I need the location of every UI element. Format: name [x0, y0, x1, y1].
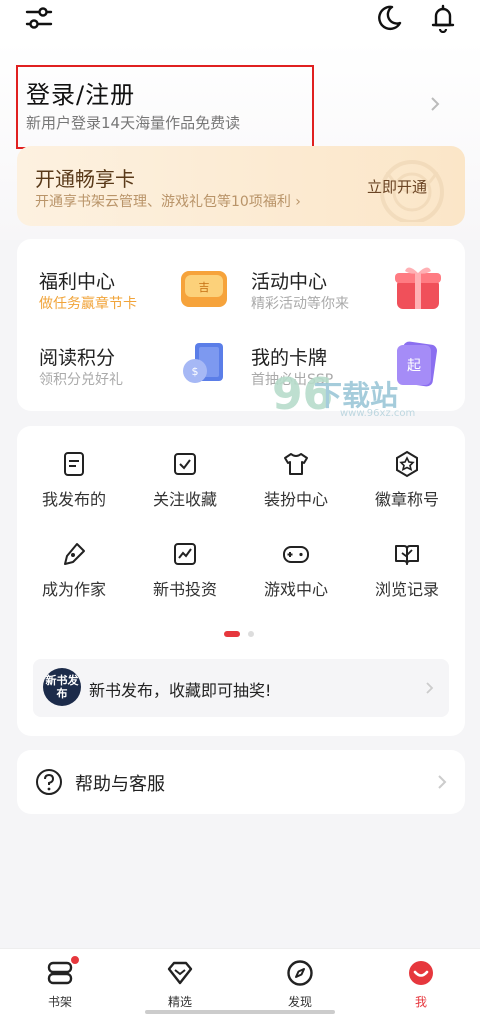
- bottom-navigation: 书架 精选 发现 我: [0, 948, 480, 1016]
- diamond-icon: [167, 961, 193, 985]
- bell-icon[interactable]: [428, 3, 458, 33]
- badge-star-icon: [396, 450, 418, 478]
- grid-badges[interactable]: 徽章称号: [352, 450, 462, 510]
- pen-icon: [64, 543, 85, 565]
- feature-title: 我的卡牌: [251, 347, 328, 369]
- feature-title: 活动中心: [251, 271, 328, 293]
- profile-face-icon: [409, 961, 433, 985]
- login-title: 登录/注册: [26, 81, 136, 109]
- new-book-promo-banner[interactable]: 新书发布 新书发布，收藏即可抽奖!: [33, 659, 449, 717]
- grid-label: 游戏中心: [263, 580, 328, 599]
- notification-badge: [70, 955, 80, 965]
- vip-title: 开通畅享卡: [35, 167, 135, 191]
- grid-my-publications[interactable]: 我发布的: [19, 450, 129, 510]
- compass-icon: [287, 960, 313, 986]
- tshirt-icon: [284, 453, 308, 475]
- nav-featured[interactable]: 精选: [140, 959, 220, 1015]
- feature-title: 福利中心: [39, 271, 116, 293]
- help-support-entry[interactable]: 帮助与客服: [17, 750, 465, 814]
- nav-discover[interactable]: 发现: [260, 959, 340, 1015]
- document-icon: [64, 452, 84, 476]
- grid-label: 新书投资: [152, 580, 217, 599]
- grid-label: 关注收藏: [152, 490, 217, 509]
- bookmark-check-icon: [174, 453, 196, 475]
- coupon-icon: 吉: [181, 271, 227, 307]
- promo-text: 新书发布，收藏即可抽奖!: [89, 681, 272, 700]
- feature-subtitle: 领积分兑好礼: [39, 372, 123, 388]
- grid-game-center[interactable]: 游戏中心: [241, 540, 351, 600]
- bookshelf-icon: [47, 961, 73, 985]
- question-circle-icon: [36, 769, 62, 795]
- grid-browse-history[interactable]: 浏览记录: [352, 540, 462, 600]
- login-subtitle: 新用户登录14天海量作品免费读: [26, 114, 241, 132]
- feature-subtitle: 做任务赢章节卡: [39, 296, 137, 312]
- page-indicator-dot: [248, 631, 254, 637]
- nav-label: 我: [414, 995, 427, 1009]
- grid-label: 徽章称号: [374, 490, 439, 509]
- chevron-right-icon[interactable]: [428, 96, 442, 112]
- nav-label: 书架: [47, 995, 72, 1009]
- grid-become-author[interactable]: 成为作家: [19, 540, 129, 600]
- grid-new-book-invest[interactable]: 新书投资: [130, 540, 240, 600]
- vip-card[interactable]: 开通畅享卡 开通享书架云管理、游戏礼包等10项福利 › 立即开通: [17, 146, 465, 226]
- top-bar: [0, 0, 480, 40]
- watermark-url: www.96xz.com: [340, 408, 416, 419]
- home-indicator: [145, 1010, 335, 1014]
- grid-label: 浏览记录: [374, 580, 439, 599]
- login-register-entry[interactable]: 登录/注册 新用户登录14天海量作品免费读: [16, 65, 314, 149]
- grid-label: 我发布的: [41, 490, 106, 509]
- watermark: 96 下载站 www.96xz.com: [272, 368, 452, 430]
- points-book-icon: $: [183, 343, 223, 383]
- feature-title: 阅读积分: [39, 347, 116, 369]
- promo-logo: 新书发布: [43, 668, 81, 706]
- vip-open-button[interactable]: 立即开通: [367, 176, 427, 197]
- nav-label: 发现: [287, 995, 312, 1009]
- chevron-right-icon: [426, 682, 434, 694]
- trend-chart-icon: [174, 543, 196, 565]
- grid-label: 装扮中心: [263, 490, 328, 509]
- grid-dressup-center[interactable]: 装扮中心: [241, 450, 351, 510]
- gamepad-icon: [283, 546, 309, 563]
- nav-me[interactable]: 我: [381, 959, 461, 1015]
- chevron-right-icon: [438, 775, 447, 789]
- settings-sliders-icon[interactable]: [24, 3, 54, 33]
- moon-icon[interactable]: [374, 3, 404, 33]
- nav-label: 精选: [167, 995, 192, 1009]
- vip-subtitle: 开通享书架云管理、游戏礼包等10项福利 ›: [35, 194, 301, 210]
- nav-bookshelf[interactable]: 书架: [20, 955, 100, 1015]
- grid-favorites[interactable]: 关注收藏: [130, 450, 240, 510]
- feature-subtitle: 精彩活动等你来: [251, 296, 349, 312]
- help-label: 帮助与客服: [75, 774, 165, 795]
- grid-label: 成为作家: [41, 580, 106, 599]
- svg-text:吉: 吉: [199, 281, 210, 294]
- svg-text:$: $: [192, 365, 199, 378]
- history-book-icon: [395, 545, 419, 565]
- page-indicator-active: [224, 631, 240, 637]
- gift-box-icon: [395, 267, 441, 309]
